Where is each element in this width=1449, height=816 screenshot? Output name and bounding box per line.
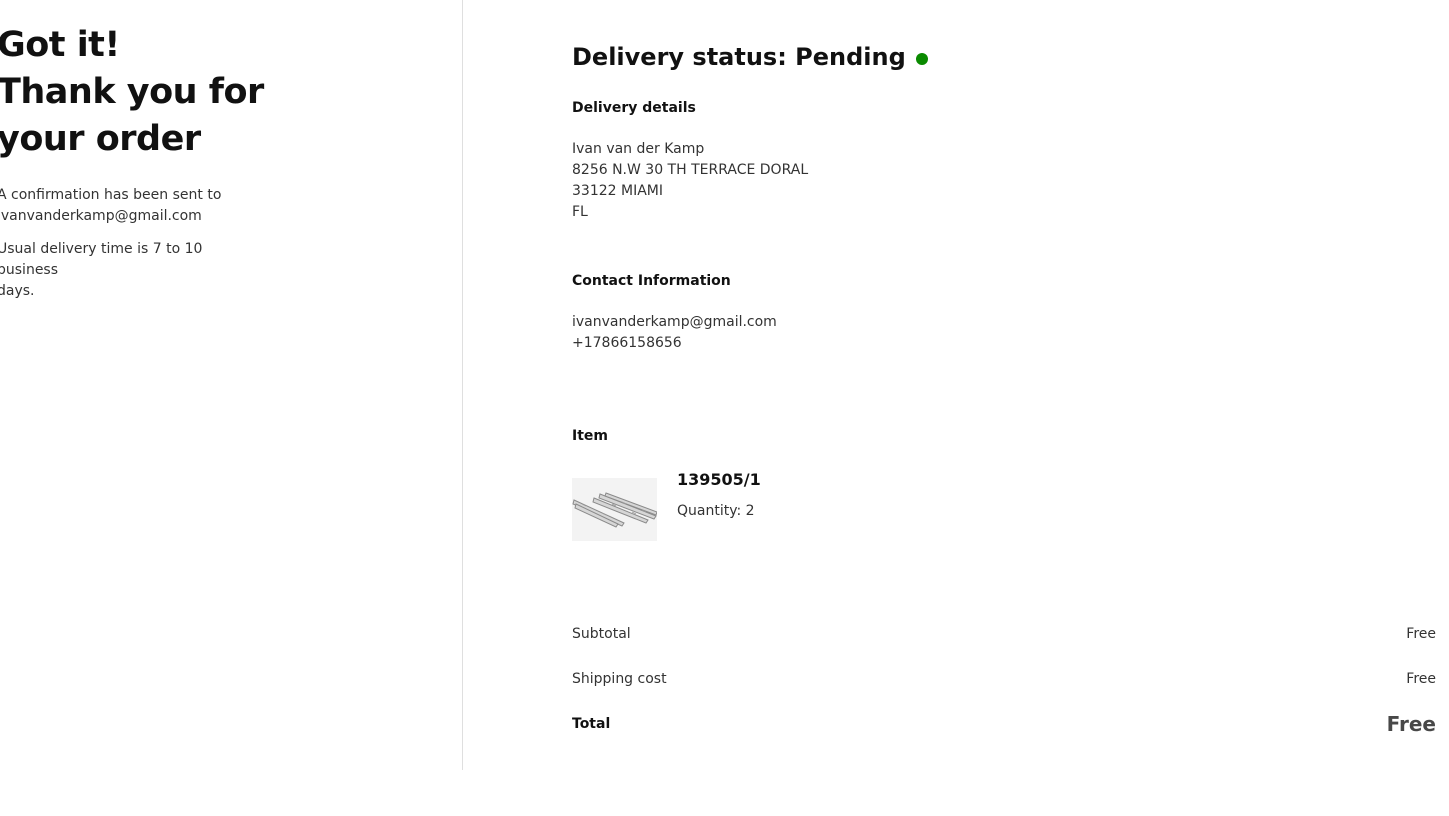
delivery-time-line: days. (0, 283, 35, 299)
shelf-rails-product-image-icon (572, 478, 657, 541)
confirmation-heading: Got it! Thank you for your order (0, 22, 297, 163)
delivery-status-label: Delivery status: (572, 43, 787, 71)
delivery-name: Ivan van der Kamp (572, 141, 705, 157)
delivery-status-heading: Delivery status: Pending (572, 40, 928, 74)
order-details-panel: Delivery status: Pending Delivery detail… (572, 0, 1436, 816)
confirmation-panel: Got it! Thank you for your order A confi… (0, 0, 463, 770)
delivery-address-city: 33122 MIAMI (572, 183, 663, 199)
heading-line: Thank you for (0, 72, 264, 112)
contact-phone: +17866158656 (572, 335, 682, 351)
subtotal-value: Free (1406, 626, 1436, 642)
contact-email: ivanvanderkamp@gmail.com (572, 314, 777, 330)
order-confirmation-page: Got it! Thank you for your order A confi… (0, 0, 1449, 816)
product-image[interactable] (572, 478, 657, 541)
total-label: Total (572, 716, 611, 732)
item-name: 139505/1 (677, 470, 761, 489)
delivery-status-value: Pending (795, 43, 906, 71)
heading-line: Got it! (0, 25, 120, 65)
delivery-time-text: Usual delivery time is 7 to 10 business … (0, 239, 247, 302)
confirmation-email: ivanvanderkamp@gmail.com (0, 208, 202, 224)
total-row: Total Free (572, 712, 1436, 738)
heading-line: your order (0, 119, 201, 159)
status-indicator-icon (915, 53, 928, 65)
total-value: Free (1386, 712, 1436, 736)
delivery-address-state: FL (572, 204, 588, 220)
shipping-cost-row: Shipping cost Free (572, 669, 1436, 693)
subtotal-row: Subtotal Free (572, 624, 1436, 648)
delivery-address-street: 8256 N.W 30 TH TERRACE DORAL (572, 162, 809, 178)
delivery-details-label: Delivery details (572, 100, 696, 116)
subtotal-label: Subtotal (572, 626, 631, 642)
shipping-cost-label: Shipping cost (572, 671, 667, 687)
confirmation-sent-text: A confirmation has been sent to ivanvand… (0, 185, 247, 227)
item-quantity: Quantity: 2 (677, 503, 755, 519)
item-section-label: Item (572, 428, 608, 444)
delivery-time-line: Usual delivery time is 7 to 10 business (0, 241, 203, 278)
contact-information-label: Contact Information (572, 273, 731, 289)
shipping-cost-value: Free (1406, 671, 1436, 687)
confirmation-sent-line: A confirmation has been sent to (0, 187, 222, 203)
